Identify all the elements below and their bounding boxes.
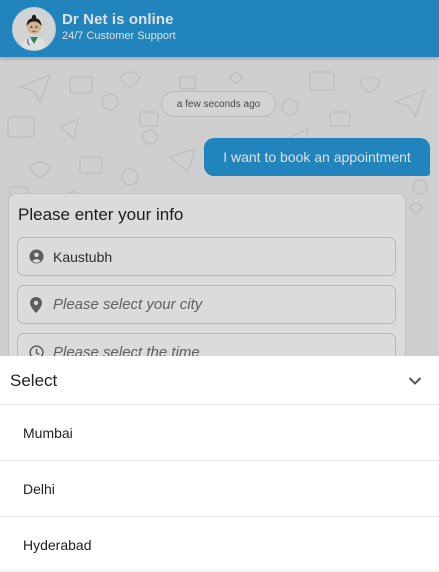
option-label: Delhi bbox=[23, 481, 55, 497]
chevron-down-icon[interactable] bbox=[408, 373, 422, 391]
select-option-delhi[interactable]: Delhi bbox=[0, 461, 439, 517]
select-sheet-header[interactable]: Select bbox=[0, 356, 439, 405]
option-label: Hyderabad bbox=[23, 537, 92, 553]
modal-overlay[interactable] bbox=[0, 0, 439, 356]
option-label: Mumbai bbox=[23, 425, 73, 441]
select-option-hyderabad[interactable]: Hyderabad bbox=[0, 517, 439, 572]
select-option-mumbai[interactable]: Mumbai bbox=[0, 405, 439, 461]
select-sheet-title: Select bbox=[10, 371, 58, 390]
city-select-sheet: Select Mumbai Delhi Hyderabad bbox=[0, 356, 439, 570]
